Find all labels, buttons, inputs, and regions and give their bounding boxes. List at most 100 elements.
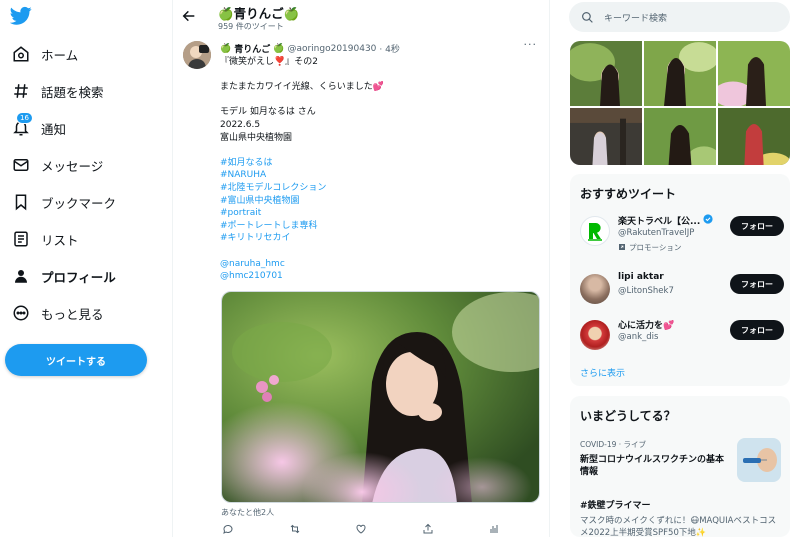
- retweet-icon[interactable]: [288, 522, 302, 536]
- liked-by[interactable]: あなたと他2人: [221, 507, 274, 518]
- search-input[interactable]: キーワード検索: [569, 2, 790, 32]
- follow-button[interactable]: フォロー: [730, 320, 784, 340]
- share-icon[interactable]: [421, 522, 435, 536]
- tweet-line: またまたカワイイ光線、くらいました💕: [220, 82, 384, 93]
- media-thumbnail[interactable]: [718, 108, 790, 165]
- green-apple-icon: 🍏: [273, 43, 285, 54]
- panel-title: いまどうしてる？: [580, 409, 676, 423]
- mention-link[interactable]: @hmc210701: [220, 271, 283, 281]
- nav-label: メッセージ: [41, 158, 104, 174]
- follow-button[interactable]: フォロー: [730, 274, 784, 294]
- tweet-time[interactable]: · 4秒: [379, 42, 399, 55]
- recommendation-item[interactable]: 楽天トラベル【公... @RakutenTravelJP プロモーション フォロ…: [580, 212, 784, 256]
- reply-icon[interactable]: [221, 522, 235, 536]
- right-sidebar: キーワード検索 おすすめツイート 楽天トラベル【公... @RakutenTra…: [568, 0, 790, 537]
- nav-label: プロフィール: [41, 269, 116, 285]
- media-grid: [570, 41, 790, 165]
- twitter-bird-icon[interactable]: [9, 6, 34, 26]
- trends-panel: いまどうしてる？ COVID-19 · ライブ 新型コロナウイルスワクチンの基本…: [570, 396, 790, 537]
- avatar[interactable]: [183, 41, 211, 69]
- trend-thumbnail[interactable]: [737, 438, 781, 482]
- notification-badge: 16: [16, 112, 33, 124]
- tweet-line: モデル 如月なるは さん: [220, 107, 316, 118]
- nav-label: 話題を検索: [41, 84, 104, 100]
- more-circle-icon: [10, 302, 32, 324]
- tweet-text: 『微笑がえし❣️』その2 またまたカワイイ光線、くらいました💕 モデル 如月なる…: [220, 56, 530, 283]
- follow-button[interactable]: フォロー: [730, 216, 784, 236]
- green-apple-icon: 🍏: [218, 6, 234, 21]
- trend-item[interactable]: COVID-19 · ライブ 新型コロナウイルスワクチンの基本情報: [580, 439, 730, 478]
- envelope-icon: [10, 154, 32, 176]
- main-timeline: 🍏青りんご🍏 959 件のツイート 🍏 青りんご 🍏 @aoringo2019043…: [172, 0, 550, 537]
- rakuten-logo-icon: [580, 216, 610, 246]
- tweet-button[interactable]: ツイートする: [5, 344, 147, 376]
- media-thumbnail[interactable]: [570, 108, 642, 165]
- nav-label: リスト: [41, 232, 79, 248]
- nav-bookmarks[interactable]: ブックマーク: [10, 189, 116, 215]
- recommended-tweets-panel: おすすめツイート 楽天トラベル【公... @RakutenTravelJP プロ…: [570, 174, 790, 386]
- nav-profile[interactable]: プロフィール: [10, 263, 116, 289]
- hashtag-link[interactable]: #portrait: [220, 208, 261, 218]
- bookmark-icon: [10, 191, 32, 213]
- nav-label: ブックマーク: [41, 195, 117, 211]
- nav-lists[interactable]: リスト: [10, 226, 79, 252]
- person-icon: [10, 265, 32, 287]
- avatar: [580, 274, 610, 304]
- home-icon: [10, 43, 32, 65]
- trend-title: #鉄壁プライマー: [580, 501, 651, 511]
- trend-category: COVID-19 · ライブ: [580, 440, 647, 449]
- tweet-header: 🍏 青りんご 🍏 @aoringo20190430 · 4秒: [220, 42, 400, 56]
- hashtag-link[interactable]: #如月なるは: [220, 158, 273, 168]
- tweet-actions: [221, 522, 501, 536]
- search-icon: [581, 11, 594, 24]
- mention-link[interactable]: @naruha_hmc: [220, 259, 285, 269]
- list-icon: [10, 228, 32, 250]
- tweet-count: 959 件のツイート: [218, 22, 284, 31]
- hashtag-link[interactable]: #北陸モデルコレクション: [220, 183, 326, 193]
- back-arrow-icon[interactable]: [181, 8, 199, 26]
- search-placeholder: キーワード検索: [604, 13, 668, 24]
- promoted-icon: [618, 243, 626, 253]
- verified-badge-icon: [703, 214, 713, 227]
- media-thumbnail[interactable]: [644, 41, 719, 106]
- trend-description: マスク時のメイクくずれに！😷MAQUIAベストコスメ2022上半期受賞SPF50…: [580, 516, 777, 537]
- recommendation-item[interactable]: 心に活力を💕 @ank_dis フォロー: [580, 316, 784, 360]
- page-title: 🍏青りんご🍏: [218, 6, 300, 21]
- nav-label: ホーム: [41, 47, 79, 63]
- show-more-link[interactable]: さらに表示: [580, 366, 625, 379]
- nav-explore[interactable]: 話題を検索: [10, 78, 104, 104]
- recommendation-handle: @RakutenTravelJP: [618, 228, 695, 238]
- analytics-icon[interactable]: [487, 522, 501, 536]
- recommendation-handle: @LitonShek7: [618, 286, 674, 296]
- heart-icon[interactable]: [354, 522, 368, 536]
- hashtag-link[interactable]: #キリトリセカイ: [220, 233, 291, 243]
- nav-home[interactable]: ホーム: [10, 41, 78, 67]
- green-apple-icon: 🍏: [283, 6, 300, 21]
- nav-more[interactable]: もっと見る: [10, 300, 104, 326]
- nav-messages[interactable]: メッセージ: [10, 152, 103, 178]
- panel-title: おすすめツイート: [580, 187, 677, 201]
- tweet-author-handle[interactable]: @aoringo20190430: [287, 44, 376, 54]
- tweet-photo[interactable]: [221, 291, 540, 503]
- recommendation-item[interactable]: lipi aktar @LitonShek7 フォロー: [580, 270, 784, 314]
- recommendation-name: 楽天トラベル【公...: [618, 214, 713, 227]
- hashtag-link[interactable]: #富山県中央植物園: [220, 196, 300, 206]
- green-apple-icon: 🍏: [220, 43, 232, 54]
- trend-item[interactable]: #鉄壁プライマー マスク時のメイクくずれに！😷MAQUIAベストコスメ2022上…: [580, 496, 784, 537]
- hashtag-link[interactable]: #ポートレートしま専科: [220, 221, 318, 231]
- bell-icon: 16: [10, 112, 33, 139]
- left-navigation: ホーム 話題を検索 16 通知 メッセージ ブックマーク リスト プロフィール …: [0, 0, 172, 537]
- nav-label: 通知: [41, 121, 67, 137]
- tweet-line: 2022.6.5: [220, 119, 261, 130]
- media-thumbnail[interactable]: [570, 41, 642, 106]
- media-thumbnail[interactable]: [713, 41, 790, 108]
- tweet-author-name[interactable]: 青りんご: [234, 42, 270, 55]
- media-thumbnail[interactable]: [644, 108, 722, 165]
- more-options-icon[interactable]: ···: [524, 38, 538, 51]
- trend-title: 新型コロナウイルスワクチンの基本情報: [580, 455, 725, 477]
- tweet-line: 『微笑がえし❣️』その2: [220, 57, 318, 67]
- hashtag-icon: [10, 80, 32, 102]
- recommendation-name: lipi aktar: [618, 272, 664, 282]
- hashtag-link[interactable]: #NARUHA: [220, 170, 266, 180]
- nav-notifications[interactable]: 16 通知: [10, 112, 67, 141]
